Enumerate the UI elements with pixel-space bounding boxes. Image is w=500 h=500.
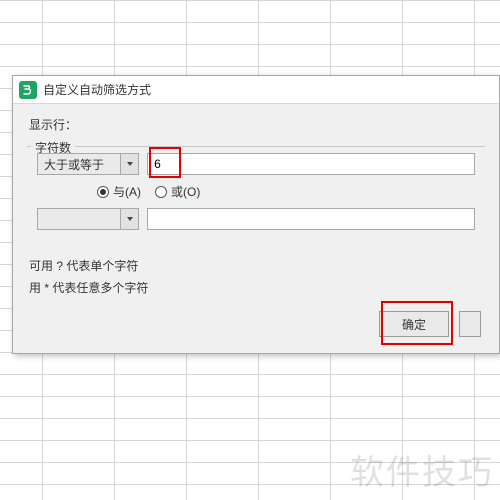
- condition-1-row: 大于或等于: [37, 153, 475, 175]
- char-count-group: 字符数 大于或等于 与(A) 或(O): [27, 139, 485, 250]
- group-divider: [27, 146, 485, 147]
- condition-2-value-input[interactable]: [147, 208, 475, 230]
- radio-dot-icon: [155, 186, 167, 198]
- cancel-button[interactable]: [459, 311, 481, 337]
- hint-line-2: 用 * 代表任意多个字符: [29, 278, 485, 300]
- radio-or-label: 或(O): [171, 183, 200, 200]
- show-rows-label: 显示行：: [29, 116, 485, 133]
- dialog-title: 自定义自动筛选方式: [43, 81, 151, 98]
- hint-text: 可用 ? 代表单个字符 用 * 代表任意多个字符: [29, 256, 485, 299]
- app-icon: [19, 81, 37, 99]
- radio-or[interactable]: 或(O): [155, 183, 200, 200]
- radio-and-label: 与(A): [113, 183, 141, 200]
- hint-line-1: 可用 ? 代表单个字符: [29, 256, 485, 278]
- condition-1-operator-combo[interactable]: 大于或等于: [37, 153, 139, 175]
- logic-radio-group: 与(A) 或(O): [97, 183, 475, 200]
- chevron-down-icon[interactable]: [120, 209, 138, 229]
- ok-button-label: 确定: [402, 316, 426, 333]
- radio-and[interactable]: 与(A): [97, 183, 141, 200]
- condition-2-operator-combo[interactable]: [37, 208, 139, 230]
- condition-1-value-input[interactable]: [147, 153, 475, 175]
- ok-button[interactable]: 确定: [379, 311, 449, 337]
- dialog-body: 显示行： 字符数 大于或等于 与(A): [13, 104, 499, 353]
- radio-dot-icon: [97, 186, 109, 198]
- dialog-titlebar: 自定义自动筛选方式: [13, 76, 499, 104]
- combo-text: 大于或等于: [38, 156, 120, 173]
- chevron-down-icon[interactable]: [120, 154, 138, 174]
- dialog-button-bar: 确定: [27, 305, 485, 341]
- condition-2-row: [37, 208, 475, 230]
- custom-autofilter-dialog: 自定义自动筛选方式 显示行： 字符数 大于或等于 与(A): [12, 75, 500, 354]
